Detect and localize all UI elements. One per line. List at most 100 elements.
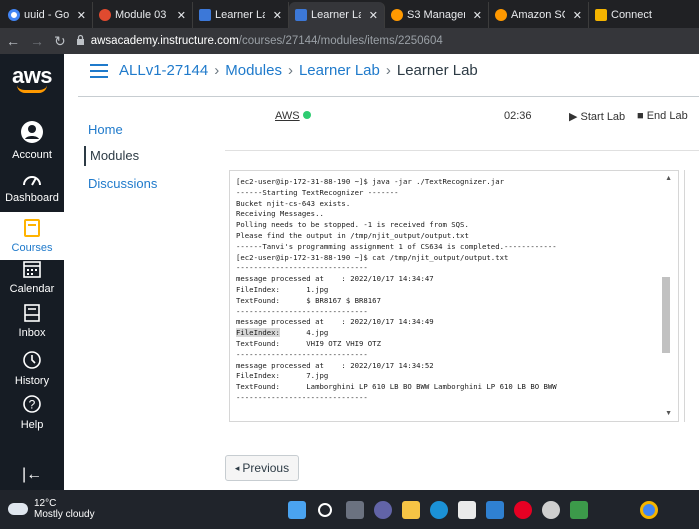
breadcrumb-learner-lab[interactable]: Learner Lab [299, 62, 380, 79]
previous-button[interactable]: ◂ Previous [225, 455, 299, 481]
nav-courses[interactable]: Courses [0, 212, 64, 260]
scroll-down-icon[interactable]: ▼ [665, 410, 672, 417]
lab-timer: 02:36 [504, 110, 532, 122]
nav-history[interactable]: History [0, 350, 64, 387]
breadcrumb-separator: › [385, 62, 391, 79]
close-icon[interactable]: ✕ [573, 9, 582, 22]
vscode-icon[interactable] [486, 501, 504, 519]
terminal-window[interactable]: [ec2-user@ip-172-31-88-190 ~]$ java -jar… [229, 170, 679, 422]
terminal-line: ------Starting TextRecognizer ------- [236, 187, 399, 197]
collapse-nav-icon[interactable]: |← [22, 466, 42, 484]
svg-text:?: ? [29, 398, 36, 412]
start-lab-button[interactable]: ▶ Start Lab [569, 110, 625, 123]
browser-tab[interactable]: S3 Manageme ✕ [385, 2, 489, 28]
search-icon[interactable] [318, 503, 332, 517]
aws-logo[interactable]: aws [0, 54, 64, 104]
aws-console-link[interactable]: AWS [275, 110, 311, 122]
dashboard-icon [22, 169, 42, 190]
app-icon[interactable] [570, 501, 588, 519]
browser-tab[interactable]: Amazon SQS ✕ [489, 2, 589, 28]
course-nav-discussions[interactable]: Discussions [88, 176, 157, 191]
inbox-icon [23, 304, 41, 325]
scroll-up-icon[interactable]: ▲ [665, 175, 672, 182]
opera-icon[interactable] [514, 501, 532, 519]
task-view-icon[interactable] [346, 501, 364, 519]
browser-tab-active[interactable]: Learner Lab ✕ [289, 2, 385, 28]
lab-toolbar: AWS 02:36 ▶ Start Lab ■ End Lab [225, 104, 699, 130]
browser-tab[interactable]: Module 03 Ass ✕ [93, 2, 193, 28]
chat-icon[interactable] [374, 501, 392, 519]
address-bar: ← → ↻ awsacademy.instructure.com/courses… [0, 28, 699, 54]
history-icon [22, 350, 42, 373]
aws-smile-icon [17, 85, 47, 93]
end-lab-button[interactable]: ■ End Lab [637, 110, 688, 122]
cloud-icon [8, 503, 28, 515]
nav-account[interactable]: Account [0, 120, 64, 161]
terminal-line: TextFound: $ BR8167 $ BR8167 [236, 295, 381, 305]
reload-icon[interactable]: ↻ [54, 33, 66, 50]
nav-help[interactable]: ? Help [0, 394, 64, 431]
terminal-line: Bucket njit-cs-643 exists. [236, 198, 351, 208]
settings-icon[interactable] [542, 501, 560, 519]
windows-start-icon[interactable] [288, 501, 306, 519]
sqs-icon [495, 9, 507, 21]
close-icon[interactable]: ✕ [369, 9, 378, 22]
terminal-line: TextFound: Lamborghini LP 610 LB BO BWW … [236, 382, 557, 392]
course-nav-modules[interactable]: Modules [84, 146, 139, 166]
breadcrumb-course[interactable]: ALLv1-27144 [119, 62, 208, 79]
browser-tab[interactable]: Learner Lab ✕ [193, 2, 289, 28]
terminal-line: Polling needs to be stopped. -1 is recei… [236, 220, 469, 230]
terminal-line: ------------------------------ [236, 306, 368, 316]
nav-inbox[interactable]: Inbox [0, 304, 64, 339]
close-icon[interactable]: ✕ [473, 9, 482, 22]
lock-icon [76, 34, 85, 48]
course-menu-icon[interactable] [90, 64, 108, 78]
terminal-line: message processed at : 2022/10/17 14:34:… [236, 317, 434, 327]
url-path: /courses/27144/modules/items/2250604 [238, 35, 443, 47]
file-explorer-icon[interactable] [402, 501, 420, 519]
url-field[interactable]: awsacademy.instructure.com/courses/27144… [76, 34, 443, 48]
lab-icon [295, 9, 307, 21]
terminal-line: TextFound: VHI9 OTZ VHI9 OTZ [236, 338, 381, 348]
breadcrumb-current: Learner Lab [396, 62, 478, 79]
weather-widget[interactable]: 12°C Mostly cloudy [8, 498, 95, 520]
lab-divider [225, 150, 699, 151]
terminal-line: ------------------------------ [236, 263, 368, 273]
breadcrumb: ALLv1-27144 › Modules › Learner Lab › Le… [119, 62, 478, 79]
terminal-line: [ec2-user@ip-172-31-88-190 ~]$ java -jar… [236, 177, 504, 186]
nav-label: Dashboard [5, 192, 59, 204]
terminal-line: Receiving Messages.. [236, 209, 324, 219]
nav-calendar[interactable]: Calendar [0, 260, 64, 295]
terminal-line: FileIndex: 4.jpg [236, 328, 329, 338]
tab-label: Amazon SQS [511, 9, 565, 21]
terminal-line: message processed at : 2022/10/17 14:34:… [236, 360, 434, 370]
store-icon[interactable] [458, 501, 476, 519]
module-icon [99, 9, 111, 21]
terminal-line: Please find the output in /tmp/njit_outp… [236, 230, 469, 240]
course-nav-home[interactable]: Home [88, 122, 123, 137]
close-icon[interactable]: ✕ [177, 9, 186, 22]
account-icon [20, 120, 44, 147]
tab-label: Module 03 Ass [115, 9, 169, 21]
browser-tab[interactable]: Connect [589, 2, 697, 28]
terminal-line: ------------------------------ [236, 392, 368, 402]
close-icon[interactable]: ✕ [273, 9, 282, 22]
terminal-line: ------Tanvi's programming assignment 1 o… [236, 241, 557, 251]
calendar-icon [23, 260, 41, 281]
connect-icon [595, 9, 607, 21]
back-icon[interactable]: ← [6, 33, 20, 49]
forward-icon[interactable]: → [30, 33, 44, 49]
taskbar: 12°C Mostly cloudy [0, 490, 699, 529]
breadcrumb-modules[interactable]: Modules [225, 62, 282, 79]
url-host: awsacademy.instructure.com [90, 35, 239, 47]
terminal-scrollbar[interactable] [662, 277, 670, 353]
stop-icon: ■ [637, 110, 644, 122]
chrome-icon[interactable] [640, 501, 658, 519]
google-icon [8, 9, 20, 21]
edge-icon[interactable] [430, 501, 448, 519]
tab-label: uuid - Google [24, 9, 69, 21]
browser-tab[interactable]: uuid - Google ✕ [2, 2, 93, 28]
nav-label: Calendar [9, 283, 55, 295]
nav-dashboard[interactable]: Dashboard [0, 169, 64, 204]
close-icon[interactable]: ✕ [77, 9, 86, 22]
